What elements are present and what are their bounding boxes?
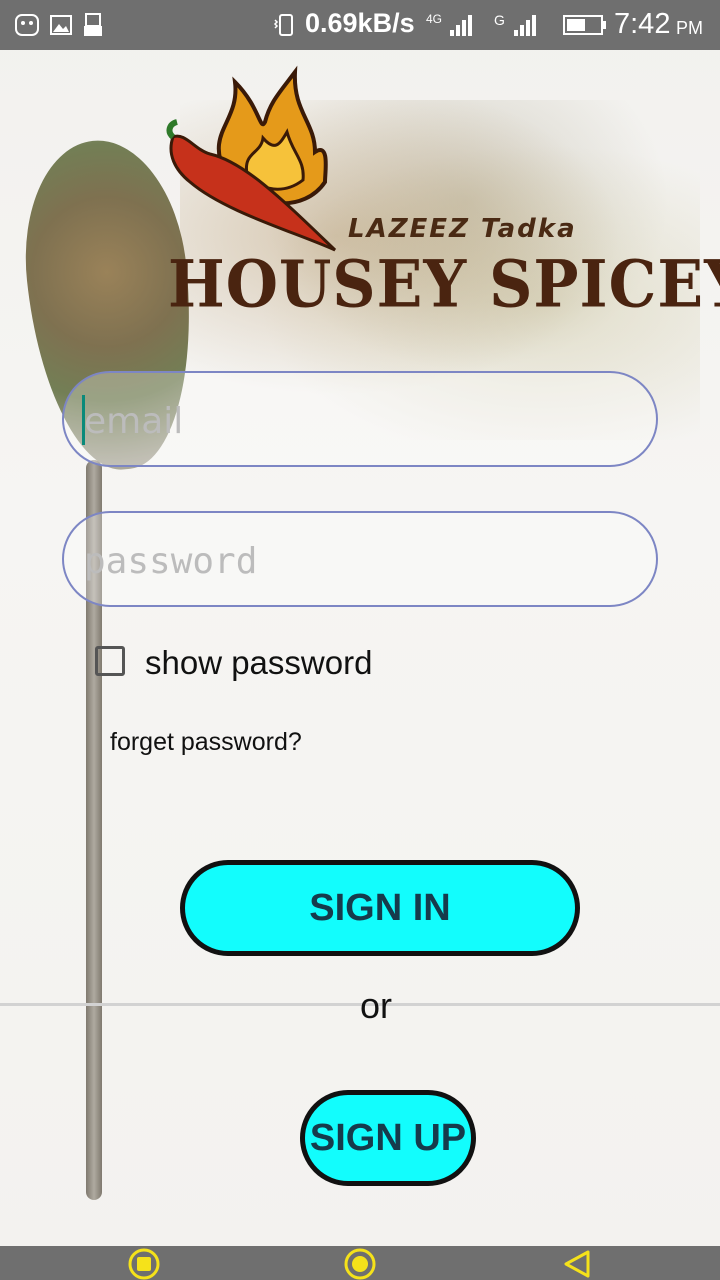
network-type-2: G [494,12,505,28]
or-label: or [360,985,393,1026]
usb-icon [84,13,102,36]
password-placeholder: password [84,541,258,582]
login-screen: 0.69kB/s 4G G 7:42 PM LAZEEZ Tadka HOUSE… [0,0,720,1280]
show-password-label[interactable]: show password [145,644,372,682]
recents-button-icon[interactable] [127,1248,161,1280]
clock-time: 7:42 [614,8,671,40]
password-field[interactable]: password [62,511,658,607]
chili-flame-logo-icon [166,65,337,252]
clock-ampm: PM [676,18,703,38]
battery-icon [563,15,606,35]
home-button-icon[interactable] [343,1248,377,1280]
show-password-checkbox[interactable] [95,646,125,676]
signal-icon-2 [514,15,536,36]
image-icon [50,15,72,35]
sign-up-button[interactable]: SIGN UP [300,1090,476,1186]
network-type-1: 4G [426,12,443,26]
data-speed: 0.69kB/s [305,8,415,38]
status-bar: 0.69kB/s 4G G 7:42 PM [0,0,720,50]
vibrate-icon [273,14,293,36]
logo-title: HOUSEY SPICEY [168,247,720,323]
signal-icon [450,15,472,36]
forgot-password-link[interactable]: forget password? [110,728,302,757]
back-button-icon[interactable] [560,1248,594,1280]
sign-in-button[interactable]: SIGN IN [180,860,580,956]
email-placeholder: email [84,401,184,442]
email-field[interactable]: email [62,371,658,467]
logo-tagline: LAZEEZ Tadka [348,214,577,244]
notification-icon [15,14,39,36]
